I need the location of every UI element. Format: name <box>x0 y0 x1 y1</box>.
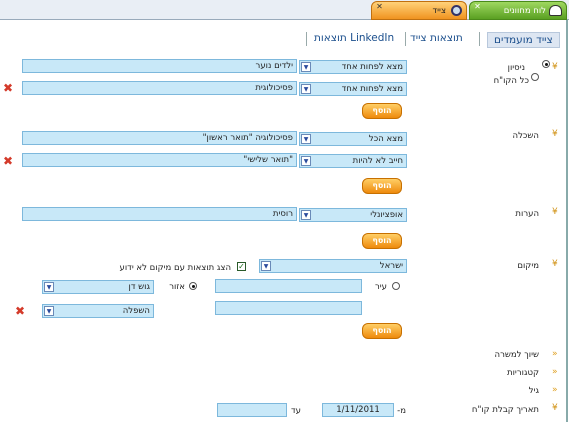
tab-dashboard[interactable]: ✕ לוח מחוונים <box>469 1 567 20</box>
remove-icon[interactable]: ✖ <box>3 82 13 94</box>
education-match-1[interactable]: ▼ מצא הכל <box>299 132 407 146</box>
experience-match-1[interactable]: ▼ מצא לפחות אחד <box>299 60 407 74</box>
date-to-input[interactable] <box>217 403 287 417</box>
dashboard-icon <box>549 5 562 16</box>
area-select-1-value: גוש דן <box>128 282 151 292</box>
add-experience-button[interactable]: הוסף <box>362 103 402 119</box>
experience-match-2-value: מצא לפחות אחד <box>341 84 403 94</box>
chevron-down-icon[interactable]: ¥ <box>552 63 558 72</box>
nav-candidate-scout[interactable]: צייד מועמדים <box>487 32 560 48</box>
all-cv-radio[interactable] <box>531 73 539 81</box>
experience-term-2[interactable]: פסיכולוגית <box>22 81 297 95</box>
tab-scout-label: צייד <box>432 5 447 16</box>
location-label: מיקום <box>517 261 539 271</box>
education-match-2-value: חייב לא להיות <box>352 156 403 166</box>
notes-label: הערות <box>515 209 539 219</box>
chevron-down-icon[interactable]: ¥ <box>552 260 558 269</box>
date-from-input[interactable]: 1/11/2011 <box>322 403 394 417</box>
show-unknown-label: הצג תוצאות עם מיקום לא ידוע <box>119 263 231 273</box>
chevron-down-icon[interactable]: ▼ <box>44 306 54 316</box>
area-radio[interactable] <box>189 282 197 290</box>
chevron-right-icon[interactable]: » <box>552 350 558 359</box>
tab-scout[interactable]: ✕ צייד <box>371 1 467 20</box>
add-education-button[interactable]: הוסף <box>362 178 402 194</box>
chevron-right-icon[interactable]: » <box>552 368 558 377</box>
chevron-right-icon[interactable]: » <box>552 386 558 395</box>
area-select-2-value: השפלה <box>122 306 150 316</box>
remove-icon[interactable]: ✖ <box>3 155 13 167</box>
experience-radio[interactable] <box>542 60 550 68</box>
nav-separator <box>479 32 480 46</box>
chevron-down-icon[interactable]: ▼ <box>44 282 54 292</box>
chevron-down-icon[interactable]: ¥ <box>552 130 558 139</box>
section-job-assignment[interactable]: שיוך למשרה <box>495 350 539 360</box>
date-to-label: עד <box>291 406 301 416</box>
notes-match-1[interactable]: ▼ אופציונלי <box>299 208 407 222</box>
remove-icon[interactable]: ✖ <box>15 305 25 317</box>
all-cv-label: כל הקו"ח <box>493 76 529 86</box>
chevron-down-icon[interactable]: ▼ <box>301 210 311 220</box>
city-radio[interactable] <box>392 282 400 290</box>
notes-term-1[interactable]: רוסית <box>22 207 297 221</box>
education-label: השכלה <box>512 131 539 141</box>
right-border <box>566 20 568 422</box>
chevron-down-icon[interactable]: ▼ <box>301 62 311 72</box>
education-term-1[interactable]: פסיכולוגיה "תואר ראשון" <box>22 131 297 145</box>
section-age[interactable]: גיל <box>529 386 539 396</box>
chevron-down-icon[interactable]: ¥ <box>552 404 558 413</box>
close-icon[interactable]: ✕ <box>473 2 482 11</box>
nav-linkedin-results[interactable]: תוצאות LinkedIn <box>314 32 394 44</box>
tab-dashboard-label: לוח מחוונים <box>503 5 546 16</box>
chevron-down-icon[interactable]: ▼ <box>301 134 311 144</box>
nav-scout-results[interactable]: תוצאות צייד <box>410 32 463 44</box>
show-unknown-checkbox[interactable]: ✓ <box>237 262 246 271</box>
notes-match-1-value: אופציונלי <box>370 210 403 220</box>
city-input-2[interactable] <box>215 301 362 315</box>
country-select-value: ישראל <box>379 261 403 271</box>
nav-separator <box>306 32 307 46</box>
area-select-1[interactable]: ▼ גוש דן <box>42 280 154 294</box>
chevron-down-icon[interactable]: ▼ <box>301 84 311 94</box>
education-match-1-value: מצא הכל <box>368 134 403 144</box>
magnifier-icon <box>451 5 462 16</box>
date-from-label: מ- <box>397 406 406 416</box>
add-location-button[interactable]: הוסף <box>362 323 402 339</box>
add-notes-button[interactable]: הוסף <box>362 233 402 249</box>
experience-match-1-value: מצא לפחות אחד <box>341 62 403 72</box>
section-categories[interactable]: קטגוריות <box>507 368 539 378</box>
section-cv-date[interactable]: תאריך קבלת קו"ח <box>472 405 539 415</box>
close-icon[interactable]: ✕ <box>375 2 384 11</box>
area-select-2[interactable]: ▼ השפלה <box>42 304 154 318</box>
chevron-down-icon[interactable]: ¥ <box>552 208 558 217</box>
education-term-2[interactable]: "תואר שלישי" <box>22 153 297 167</box>
city-label: עיר <box>374 282 387 292</box>
education-match-2[interactable]: ▼ חייב לא להיות <box>299 154 407 168</box>
nav-separator <box>405 32 406 46</box>
experience-label: ניסיון <box>507 63 525 73</box>
chevron-down-icon[interactable]: ▼ <box>261 261 271 271</box>
experience-term-1[interactable]: ילדים נוער <box>22 59 297 73</box>
area-label: אזור <box>169 282 185 292</box>
country-select[interactable]: ▼ ישראל <box>259 259 407 273</box>
chevron-down-icon[interactable]: ▼ <box>301 156 311 166</box>
city-input[interactable] <box>215 279 362 293</box>
experience-match-2[interactable]: ▼ מצא לפחות אחד <box>299 82 407 96</box>
